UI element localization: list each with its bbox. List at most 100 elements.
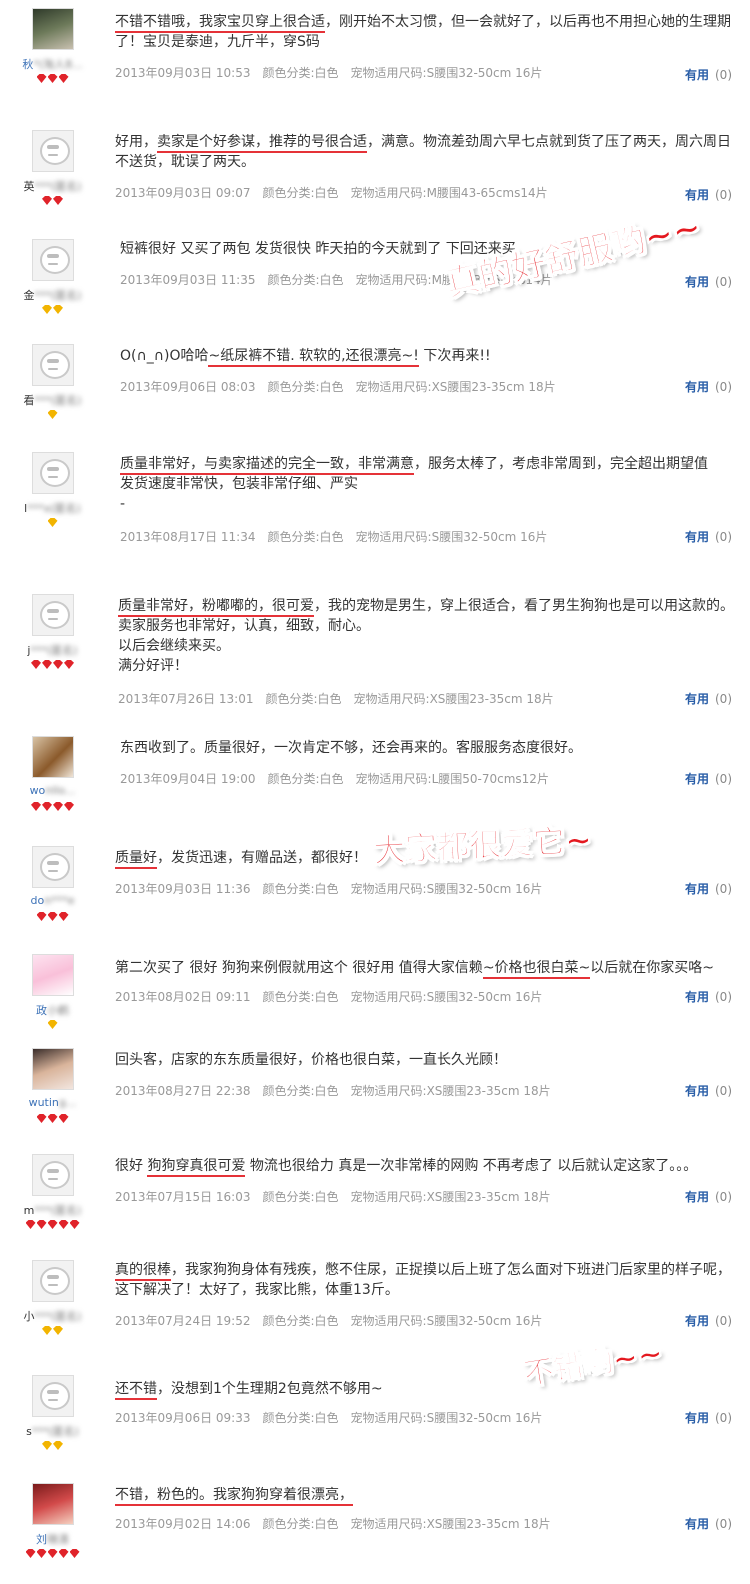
reviewer: j***(匿名) <box>0 594 105 670</box>
review-color: 颜色分类:白色 <box>267 380 344 394</box>
reviewer: 英***(匿名) <box>0 130 105 206</box>
avatar[interactable] <box>31 1154 74 1196</box>
review-meta: 2013年08月17日 11:34 颜色分类:白色 宠物适用尺码:S腰围32-50c… <box>120 528 559 545</box>
reviewer: 刘晓清 <box>0 1483 105 1559</box>
useful-button[interactable]: 有用 <box>685 990 709 1004</box>
review-content: 回头客，店家的东东质量很好，价格也很白菜，一直长久光顾！ <box>115 1052 507 1068</box>
avatar[interactable] <box>31 1483 74 1525</box>
useful-vote: 有用 (0) <box>685 378 732 395</box>
avatar[interactable] <box>31 344 74 386</box>
reviewer-name[interactable]: don***e <box>0 894 105 908</box>
review-content: 不错，粉色的。我家狗狗穿着很漂亮， <box>115 1485 742 1506</box>
useful-count: (0) <box>715 68 732 82</box>
useful-vote: 有用 (0) <box>685 1082 732 1099</box>
review-date: 2013年08月17日 11:34 <box>120 530 256 544</box>
credit-badges <box>0 1018 105 1030</box>
reviewer-name[interactable]: 政小鹤 <box>0 1002 105 1017</box>
credit-badges <box>0 72 105 84</box>
useful-button[interactable]: 有用 <box>685 772 709 786</box>
review-meta: 2013年09月02日 14:06 颜色分类:白色 宠物适用尺码:XS腰围23-35… <box>115 1515 563 1532</box>
reviewer: don***e <box>0 846 105 922</box>
reviewer: wonllo... <box>0 736 105 812</box>
avatar[interactable] <box>31 452 74 494</box>
avatar[interactable] <box>31 239 74 281</box>
review-size: 宠物适用尺码:XS腰围23-35cm 18片 <box>350 1190 551 1204</box>
review-item: 看***(匿名) O(∩_∩)O哈哈~纸尿裤不错. 软软的,还很漂亮~! 下次再… <box>0 326 750 435</box>
useful-button[interactable]: 有用 <box>685 1084 709 1098</box>
useful-count: (0) <box>715 530 732 544</box>
credit-badges <box>0 800 105 812</box>
reviewer-name[interactable]: 秋*(淘人8... <box>0 56 105 71</box>
reviewer: wuting... <box>0 1048 105 1124</box>
avatar[interactable] <box>31 846 74 888</box>
reviewer-name[interactable]: l***x(匿名) <box>0 500 105 515</box>
useful-button[interactable]: 有用 <box>685 882 709 896</box>
review-content: 还不错，没想到1个生理期2包竟然不够用~ <box>115 1379 742 1400</box>
reviewer-name[interactable]: 小***(匿名) <box>0 1308 105 1323</box>
reviewer-name[interactable]: 看***(匿名) <box>0 392 105 407</box>
review-date: 2013年09月03日 10:53 <box>115 66 251 80</box>
avatar[interactable] <box>31 1260 74 1302</box>
review-meta: 2013年09月06日 09:33 颜色分类:白色 宠物适用尺码:S腰围32-50c… <box>115 1409 554 1426</box>
useful-button[interactable]: 有用 <box>685 1190 709 1204</box>
useful-button[interactable]: 有用 <box>685 530 709 544</box>
useful-count: (0) <box>715 1190 732 1204</box>
useful-count: (0) <box>715 692 732 706</box>
avatar[interactable] <box>31 1048 74 1090</box>
useful-button[interactable]: 有用 <box>685 692 709 706</box>
avatar[interactable] <box>31 1375 74 1417</box>
review-content: O(∩_∩)O哈哈~纸尿裤不错. 软软的,还很漂亮~! 下次再来!! <box>120 346 742 367</box>
credit-badges <box>0 1112 105 1124</box>
review-content: 质量非常好，与卖家描述的完全一致，非常满意，服务太棒了，考虑非常周到，完全超出期… <box>120 456 708 512</box>
useful-button[interactable]: 有用 <box>685 275 709 289</box>
review-content: 好用，卖家是个好参谋，推荐的号很合适，满意。物流差劲周六早七点就到货了压了两天，… <box>115 134 731 170</box>
reviewer-name[interactable]: 刘晓清 <box>0 1531 105 1546</box>
reviewer-name[interactable]: 金***(匿名) <box>0 287 105 302</box>
review-content: 真的很棒，我家狗狗身体有残疾，憋不住尿，正捉摸以后上班了怎么面对下班进门后家里的… <box>115 1262 731 1298</box>
reviewer-name[interactable]: 英***(匿名) <box>0 178 105 193</box>
review-content: 不错不错哦，我家宝贝穿上很合适，刚开始不太习惯，但一会就好了，以后再也不用担心她… <box>115 14 731 50</box>
avatar[interactable] <box>31 130 74 172</box>
review-item: m***(匿名) 很好 狗狗穿真很可爱 物流也很给力 真是一次非常棒的网购 不再… <box>0 1136 750 1243</box>
useful-vote: 有用 (0) <box>685 1409 732 1426</box>
useful-button[interactable]: 有用 <box>685 1411 709 1425</box>
review-size: 宠物适用尺码:S腰围32-50cm 16片 <box>350 66 543 80</box>
avatar[interactable] <box>31 954 74 996</box>
reviewer: 小***(匿名) <box>0 1260 105 1336</box>
useful-button[interactable]: 有用 <box>685 68 709 82</box>
credit-badges <box>0 910 105 922</box>
credit-badges <box>0 194 105 206</box>
reviewer: 秋*(淘人8... <box>0 8 105 84</box>
avatar[interactable] <box>31 594 74 636</box>
review-item: 秋*(淘人8... 不错不错哦，我家宝贝穿上很合适，刚开始不太习惯，但一会就好了… <box>0 0 750 109</box>
useful-count: (0) <box>715 1411 732 1425</box>
credit-badges <box>0 1547 105 1559</box>
reviewer-name[interactable]: m***(匿名) <box>0 1202 105 1217</box>
useful-button[interactable]: 有用 <box>685 1314 709 1328</box>
avatar[interactable] <box>31 736 74 778</box>
reviewer-name[interactable]: j***(匿名) <box>0 642 105 657</box>
review-size: 宠物适用尺码:M腰围43-65cms14片 <box>350 186 548 200</box>
useful-button[interactable]: 有用 <box>685 1517 709 1531</box>
avatar[interactable] <box>31 8 74 50</box>
useful-vote: 有用 (0) <box>685 66 732 83</box>
useful-count: (0) <box>715 380 732 394</box>
review-date: 2013年08月27日 22:38 <box>115 1084 251 1098</box>
review-color: 颜色分类:白色 <box>267 772 344 786</box>
useful-count: (0) <box>715 188 732 202</box>
review-meta: 2013年08月27日 22:38 颜色分类:白色 宠物适用尺码:XS腰围23-35… <box>115 1082 563 1099</box>
reviewer-name[interactable]: s***(匿名) <box>0 1423 105 1438</box>
review-content: 很好 狗狗穿真很可爱 物流也很给力 真是一次非常棒的网购 不再考虑了 以后就认定… <box>115 1156 742 1177</box>
useful-count: (0) <box>715 1314 732 1328</box>
review-size: 宠物适用尺码:S腰围32-50cm 16片 <box>350 882 543 896</box>
reviewer-name[interactable]: wonllo... <box>0 784 105 798</box>
review-size: 宠物适用尺码:XS腰围23-35cm 18片 <box>350 1517 551 1531</box>
reviewer-name[interactable]: wuting... <box>0 1096 105 1110</box>
useful-vote: 有用 (0) <box>685 880 732 897</box>
review-color: 颜色分类:白色 <box>262 1314 339 1328</box>
review-item: j***(匿名) 质量非常好，粉嘟嘟的，很可爱，我的宠物是男生，穿上很适合，看了… <box>0 584 750 719</box>
review-item: l***x(匿名) 质量非常好，与卖家描述的完全一致，非常满意，服务太棒了，考虑… <box>0 434 750 585</box>
review-meta: 2013年07月26日 13:01 颜色分类:白色 宠物适用尺码:XS腰围23-35… <box>118 690 566 707</box>
useful-button[interactable]: 有用 <box>685 380 709 394</box>
review-size: 宠物适用尺码:S腰围32-50cm 16片 <box>350 1314 543 1328</box>
